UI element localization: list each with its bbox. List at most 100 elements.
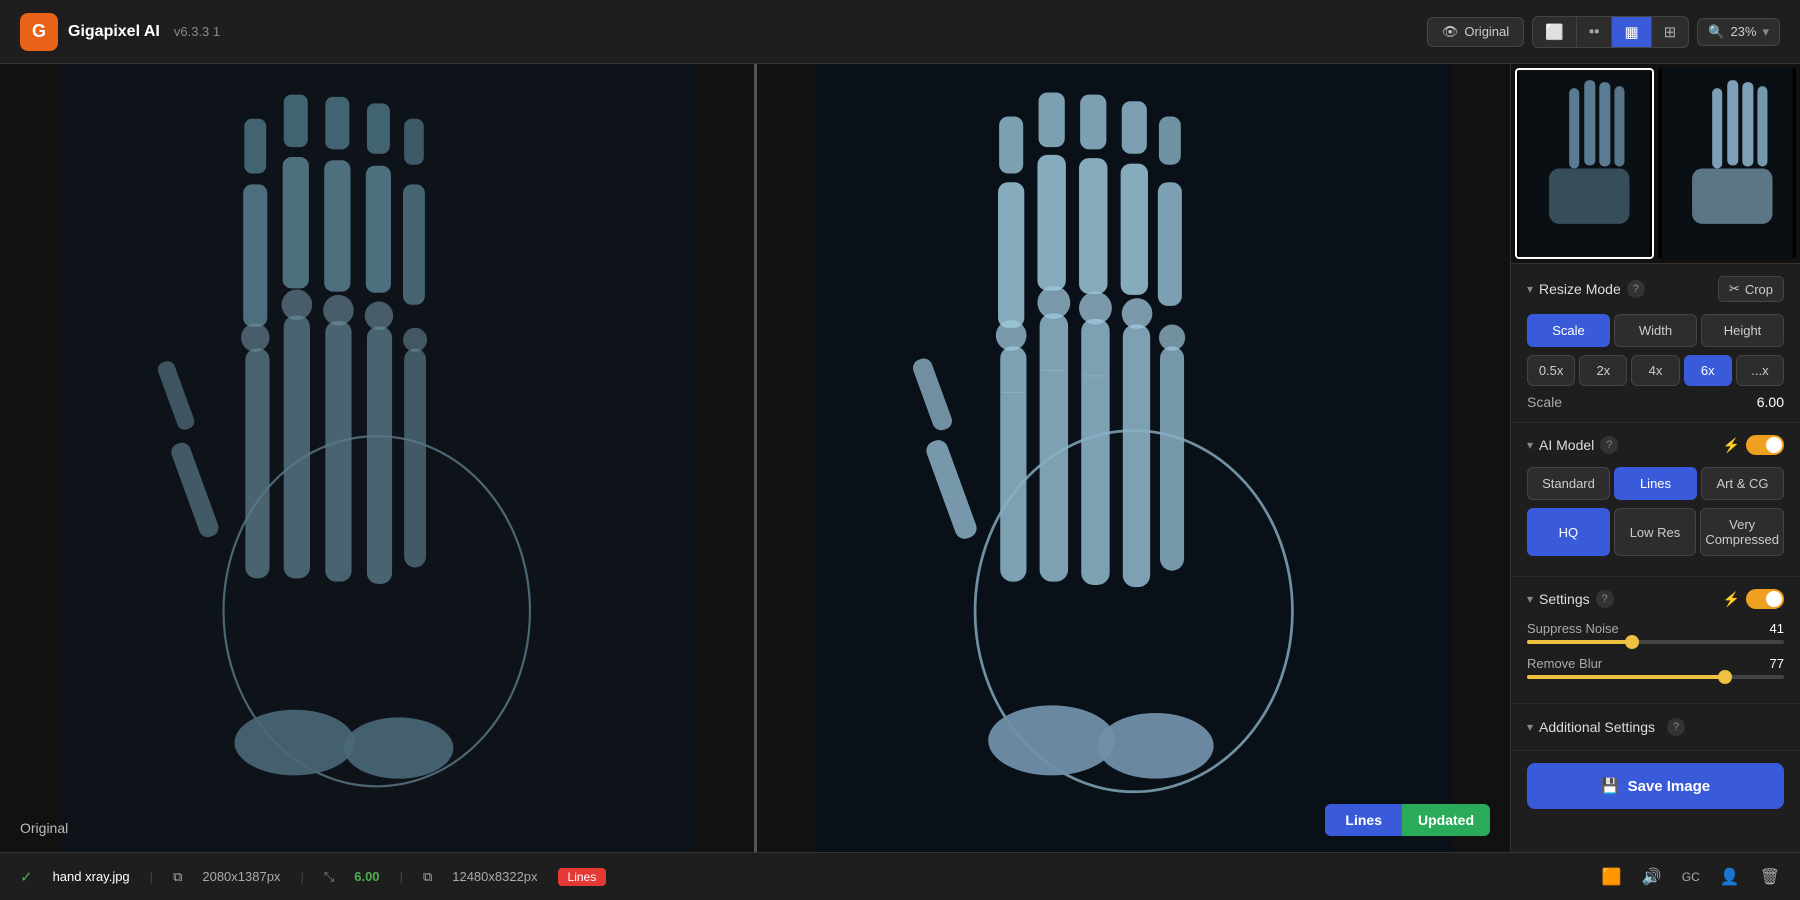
suppress-noise-section: Suppress Noise 41 Remove Blur 77 <box>1527 621 1784 679</box>
scale-label: Scale <box>1527 394 1562 410</box>
view-side-by-side[interactable]: ▦ <box>1612 17 1651 47</box>
zoom-chevron-icon: ▾ <box>1762 24 1769 40</box>
topbar: G Gigapixel AI v6.3.3 1 👁 Original ⬜ ▪▪ … <box>0 0 1800 64</box>
original-btn[interactable]: 👁 Original <box>1427 17 1524 47</box>
standard-tab[interactable]: Standard <box>1527 467 1610 500</box>
view-grid[interactable]: ⊞ <box>1652 17 1689 47</box>
status-audio-icon[interactable]: 🔊 <box>1642 867 1662 887</box>
resize-tab-group: Scale Width Height <box>1527 314 1784 347</box>
suppress-noise-track[interactable] <box>1527 640 1784 644</box>
logo-area: G Gigapixel AI v6.3.3 1 <box>20 13 220 51</box>
status-check-icon: ✓ <box>20 868 33 886</box>
model-badge: 🙂 🙁 Lines Updated <box>1325 804 1490 836</box>
image-viewport: Original <box>0 64 1510 852</box>
height-tab[interactable]: Height <box>1701 314 1784 347</box>
enhanced-half: 🙂 🙁 Lines Updated <box>757 64 1511 852</box>
resize-mode-title: Resize Mode <box>1539 281 1621 297</box>
remove-blur-track[interactable] <box>1527 675 1784 679</box>
suppress-noise-fill <box>1527 640 1632 644</box>
preview-thumb-2[interactable] <box>1658 68 1797 259</box>
original-label: Original <box>20 820 68 836</box>
low-res-tab[interactable]: Low Res <box>1614 508 1697 556</box>
right-panel: ▾ Resize Mode ? ✂ Crop Scale Width Heigh… <box>1510 64 1800 852</box>
status-user-icon[interactable]: 👤 <box>1720 867 1740 887</box>
preview-strip <box>1511 64 1800 264</box>
art-cg-tab[interactable]: Art & CG <box>1701 467 1784 500</box>
settings-toggle-wrap: ⚡ <box>1723 589 1784 609</box>
status-color-icon[interactable]: 🟧 <box>1602 867 1622 887</box>
ai-model-header: ▾ AI Model ? ⚡ <box>1527 435 1784 455</box>
suppress-noise-thumb[interactable] <box>1625 635 1639 649</box>
status-divider-2: | <box>300 869 303 884</box>
remove-blur-fill <box>1527 675 1725 679</box>
scale-4x[interactable]: 4x <box>1631 355 1679 386</box>
model-status-badge: Updated <box>1402 804 1490 836</box>
app-version: v6.3.3 1 <box>174 24 220 39</box>
settings-chevron-icon: ▾ <box>1527 592 1533 606</box>
scale-btn-group: 0.5x 2x 4x 6x ...x <box>1527 355 1784 386</box>
remove-blur-thumb[interactable] <box>1718 670 1732 684</box>
remove-blur-label: Remove Blur <box>1527 656 1602 671</box>
remove-blur-value: 77 <box>1770 656 1784 671</box>
ai-model-title: AI Model <box>1539 437 1594 453</box>
status-model-badge: Lines <box>558 868 607 886</box>
xray-container: Original <box>0 64 1510 852</box>
settings-title-group: ▾ Settings ? <box>1527 590 1614 608</box>
status-input-dims: 2080x1387px <box>202 869 280 884</box>
enhanced-xray-svg <box>757 64 1511 852</box>
very-compressed-tab[interactable]: Very Compressed <box>1700 508 1784 556</box>
model-name-badge: Lines <box>1325 804 1402 836</box>
view-split[interactable]: ▪▪ <box>1577 17 1613 47</box>
lines-tab[interactable]: Lines <box>1614 467 1697 500</box>
settings-title: Settings <box>1539 591 1590 607</box>
resize-help-btn[interactable]: ? <box>1627 280 1645 298</box>
hq-tab[interactable]: HQ <box>1527 508 1610 556</box>
zoom-level: 23% <box>1730 24 1756 39</box>
ai-model-title-group: ▾ AI Model ? <box>1527 436 1618 454</box>
settings-help-btn[interactable]: ? <box>1596 590 1614 608</box>
status-divider-1: | <box>150 869 153 884</box>
remove-blur-row: Remove Blur 77 <box>1527 656 1784 671</box>
ai-chevron-icon: ▾ <box>1527 438 1533 452</box>
input-dims-icon: ⧉ <box>173 869 182 885</box>
scale-custom[interactable]: ...x <box>1736 355 1784 386</box>
settings-section: ▾ Settings ? ⚡ Suppress Noise 41 <box>1511 577 1800 704</box>
settings-toggle[interactable] <box>1746 589 1784 609</box>
suppress-noise-value: 41 <box>1770 621 1784 636</box>
ai-toggle-wrap: ⚡ <box>1723 435 1784 455</box>
output-dims-icon: ⧉ <box>423 869 432 885</box>
status-filename: hand xray.jpg <box>53 869 130 884</box>
preview-thumb-1[interactable] <box>1515 68 1654 259</box>
scale-value-row: Scale 6.00 <box>1527 394 1784 410</box>
additional-settings-label: Additional Settings <box>1539 719 1655 735</box>
main-area: Original <box>0 64 1800 852</box>
ai-help-btn[interactable]: ? <box>1600 436 1618 454</box>
additional-help-btn[interactable]: ? <box>1667 718 1685 736</box>
ai-toggle[interactable] <box>1746 435 1784 455</box>
status-divider-3: | <box>400 869 403 884</box>
ai-model-section: ▾ AI Model ? ⚡ Standard Lines Art & CG <box>1511 423 1800 577</box>
view-single[interactable]: ⬜ <box>1533 17 1577 47</box>
save-icon: 💾 <box>1601 777 1620 795</box>
crop-button[interactable]: ✂ Crop <box>1718 276 1784 302</box>
scale-2x[interactable]: 2x <box>1579 355 1627 386</box>
crop-icon: ✂ <box>1729 281 1740 297</box>
resize-right: ✂ Crop <box>1718 276 1784 302</box>
status-scale: 6.00 <box>354 869 379 884</box>
ai-sub-tab-group: HQ Low Res Very Compressed <box>1527 508 1784 556</box>
status-gc-btn[interactable]: GC <box>1682 870 1700 884</box>
split-divider[interactable] <box>754 64 757 852</box>
save-image-button[interactable]: 💾 Save Image <box>1527 763 1784 809</box>
resize-chevron-icon: ▾ <box>1527 282 1533 296</box>
settings-header: ▾ Settings ? ⚡ <box>1527 589 1784 609</box>
width-tab[interactable]: Width <box>1614 314 1697 347</box>
scale-6x[interactable]: 6x <box>1684 355 1732 386</box>
scale-0_5x[interactable]: 0.5x <box>1527 355 1575 386</box>
additional-settings-row[interactable]: ▾ Additional Settings ? <box>1511 704 1800 751</box>
zoom-icon: 🔍 <box>1708 24 1724 40</box>
status-delete-icon[interactable]: 🗑 <box>1760 867 1780 887</box>
resize-title-group: ▾ Resize Mode ? <box>1527 280 1645 298</box>
app-logo: G <box>20 13 58 51</box>
scale-tab[interactable]: Scale <box>1527 314 1610 347</box>
app-name: Gigapixel AI <box>68 23 160 41</box>
